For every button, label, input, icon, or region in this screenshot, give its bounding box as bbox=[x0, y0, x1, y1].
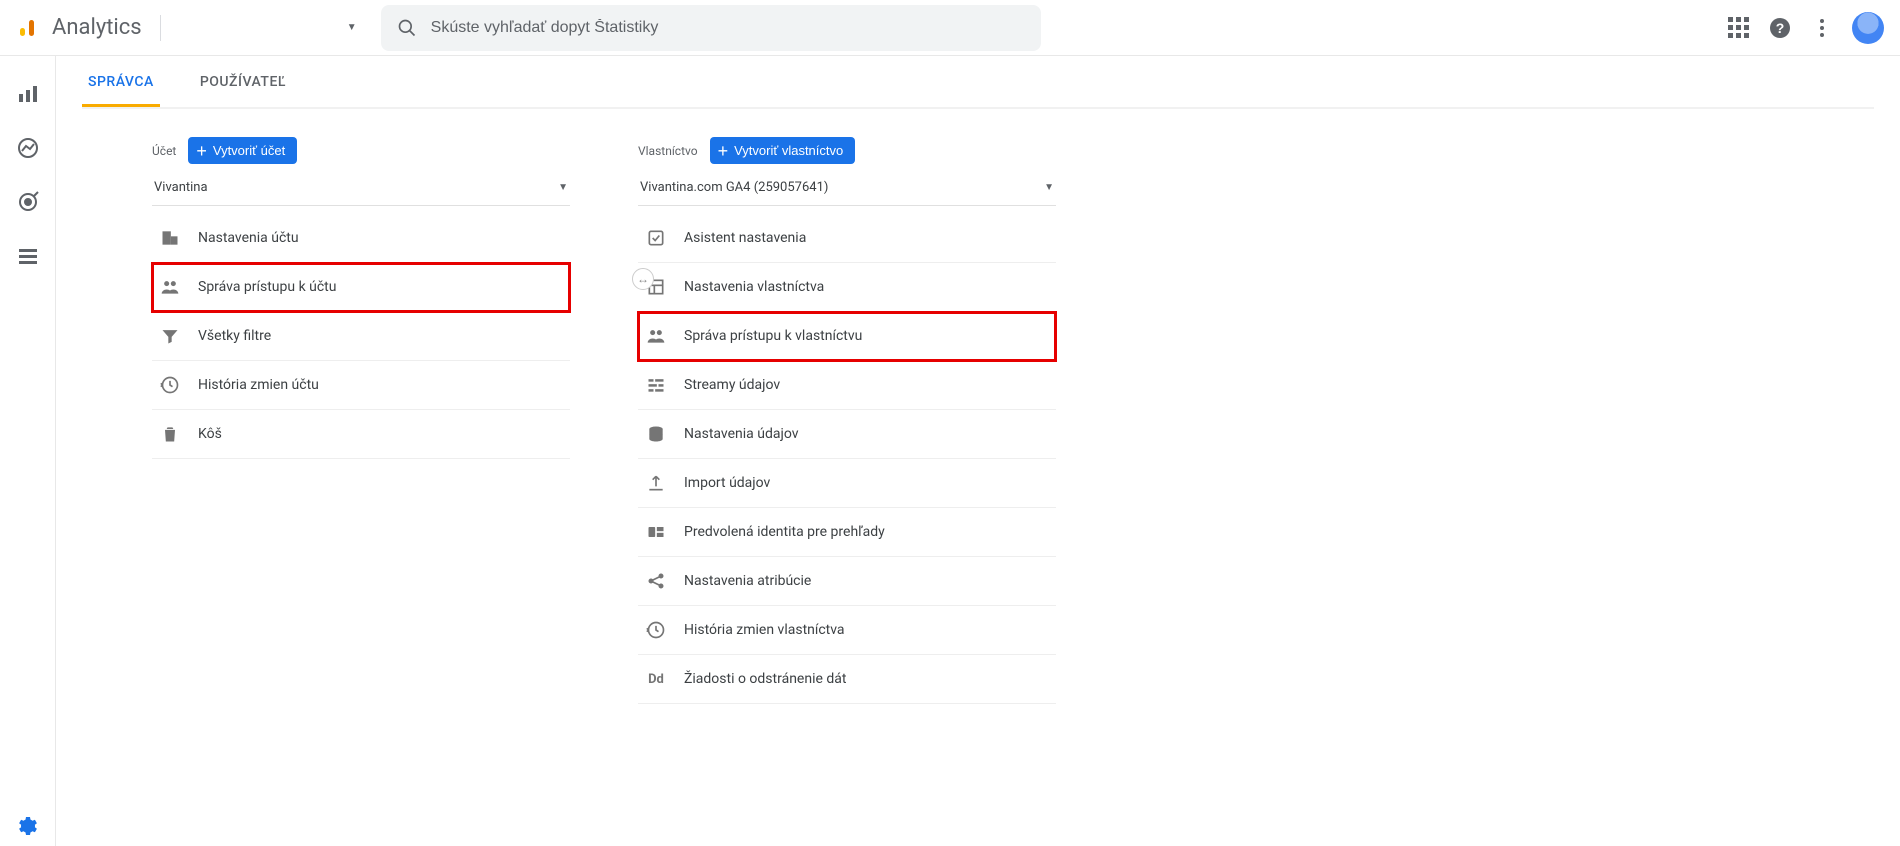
property-item[interactable]: Streamy údajov bbox=[638, 361, 1056, 410]
property-item[interactable]: Import údajov bbox=[638, 459, 1056, 508]
account-item[interactable]: Všetky filtre bbox=[152, 312, 570, 361]
property-item[interactable]: Asistent nastavenia bbox=[638, 214, 1056, 263]
plus-icon: + bbox=[196, 144, 207, 158]
property-header-label: Vlastníctvo bbox=[638, 144, 698, 158]
account-item-label: Správa prístupu k účtu bbox=[198, 279, 336, 295]
tab-admin[interactable]: SPRÁVCA bbox=[82, 56, 160, 107]
account-picker[interactable]: ▼ bbox=[177, 22, 357, 33]
brand-name: Analytics bbox=[52, 15, 142, 40]
property-item-label: Nastavenia atribúcie bbox=[684, 573, 811, 589]
more-icon[interactable] bbox=[1810, 16, 1834, 40]
property-item-label: Správa prístupu k vlastníctvu bbox=[684, 328, 862, 344]
create-property-label: Vytvoriť vlastníctvo bbox=[734, 143, 843, 158]
logo-group: Analytics bbox=[16, 15, 142, 40]
explore-icon[interactable] bbox=[16, 136, 40, 160]
app-header: Analytics ▼ ? bbox=[0, 0, 1900, 56]
upload-icon bbox=[646, 473, 666, 493]
history-icon bbox=[646, 620, 666, 640]
chevron-down-icon: ▼ bbox=[347, 22, 357, 33]
identity-icon bbox=[646, 522, 666, 542]
people-icon bbox=[646, 326, 666, 346]
property-item-label: História zmien vlastníctva bbox=[684, 622, 845, 638]
property-item-label: Nastavenia údajov bbox=[684, 426, 799, 442]
account-item-label: Nastavenia účtu bbox=[198, 230, 299, 246]
columns: Účet + Vytvoriť účet Vivantina ▼ Nastave… bbox=[152, 137, 1874, 704]
account-item-label: Všetky filtre bbox=[198, 328, 271, 344]
people-icon bbox=[160, 277, 180, 297]
apps-icon[interactable] bbox=[1726, 16, 1750, 40]
account-item[interactable]: Nastavenia účtu bbox=[152, 214, 570, 263]
tab-user[interactable]: POUŽÍVATEĽ bbox=[194, 56, 292, 107]
account-item[interactable]: História zmien účtu bbox=[152, 361, 570, 410]
account-item-label: História zmien účtu bbox=[198, 377, 319, 393]
filter-icon bbox=[160, 326, 180, 346]
database-icon bbox=[646, 424, 666, 444]
dd-icon: Dd bbox=[646, 669, 666, 689]
plus-icon: + bbox=[718, 144, 729, 158]
account-item-label: Kôš bbox=[198, 426, 222, 442]
property-item[interactable]: Predvolená identita pre prehľady bbox=[638, 508, 1056, 557]
trash-icon bbox=[160, 424, 180, 444]
property-col-head: Vlastníctvo + Vytvoriť vlastníctvo bbox=[638, 137, 1056, 164]
svg-text:?: ? bbox=[1776, 20, 1785, 36]
configure-icon[interactable] bbox=[16, 244, 40, 268]
help-icon[interactable]: ? bbox=[1768, 16, 1792, 40]
search-box[interactable] bbox=[381, 5, 1041, 51]
main-area: SPRÁVCA POUŽÍVATEĽ ↔ Účet + Vytvoriť úče… bbox=[56, 56, 1900, 846]
property-item-label: Import údajov bbox=[684, 475, 770, 491]
account-col-head: Účet + Vytvoriť účet bbox=[152, 137, 570, 164]
property-item-label: Streamy údajov bbox=[684, 377, 780, 393]
property-item-label: Nastavenia vlastníctva bbox=[684, 279, 824, 295]
property-item[interactable]: Nastavenia údajov bbox=[638, 410, 1056, 459]
account-item[interactable]: Kôš bbox=[152, 410, 570, 459]
property-selected: Vivantina.com GA4 (259057641) bbox=[640, 180, 828, 195]
property-selector[interactable]: Vivantina.com GA4 (259057641) ▼ bbox=[638, 174, 1056, 206]
tabs: SPRÁVCA POUŽÍVATEĽ bbox=[82, 56, 1874, 109]
property-item[interactable]: Dd Žiadosti o odstránenie dát bbox=[638, 655, 1056, 704]
account-selected: Vivantina bbox=[154, 180, 208, 195]
property-item-label: Asistent nastavenia bbox=[684, 230, 806, 246]
create-account-button[interactable]: + Vytvoriť účet bbox=[188, 137, 297, 164]
property-item[interactable]: Nastavenia vlastníctva bbox=[638, 263, 1056, 312]
attribution-icon bbox=[646, 571, 666, 591]
account-selector[interactable]: Vivantina ▼ bbox=[152, 174, 570, 206]
account-menu-list: Nastavenia účtu Správa prístupu k účtu Vše… bbox=[152, 214, 570, 459]
check-icon bbox=[646, 228, 666, 248]
property-menu-list: Asistent nastavenia Nastavenia vlastníctv… bbox=[638, 214, 1056, 704]
property-item[interactable]: Nastavenia atribúcie bbox=[638, 557, 1056, 606]
create-account-label: Vytvoriť účet bbox=[213, 143, 285, 158]
account-item[interactable]: Správa prístupu k účtu bbox=[152, 263, 570, 312]
reports-icon[interactable] bbox=[16, 82, 40, 106]
property-item[interactable]: História zmien vlastníctva bbox=[638, 606, 1056, 655]
property-item-label: Predvolená identita pre prehľady bbox=[684, 524, 885, 540]
history-icon bbox=[160, 375, 180, 395]
advertising-icon[interactable] bbox=[16, 190, 40, 214]
analytics-logo-icon bbox=[16, 16, 40, 40]
property-item-label: Žiadosti o odstránenie dát bbox=[684, 671, 846, 687]
gear-icon[interactable] bbox=[14, 814, 38, 838]
account-header-label: Účet bbox=[152, 144, 176, 158]
create-property-button[interactable]: + Vytvoriť vlastníctvo bbox=[710, 137, 856, 164]
search-input[interactable] bbox=[431, 19, 1025, 37]
chevron-down-icon: ▼ bbox=[558, 182, 568, 193]
search-icon bbox=[397, 18, 417, 38]
header-right: ? bbox=[1726, 12, 1884, 44]
account-column: Účet + Vytvoriť účet Vivantina ▼ Nastave… bbox=[152, 137, 570, 704]
stream-icon bbox=[646, 375, 666, 395]
chevron-down-icon: ▼ bbox=[1044, 182, 1054, 193]
user-avatar[interactable] bbox=[1852, 12, 1884, 44]
office-icon bbox=[160, 228, 180, 248]
property-item[interactable]: Správa prístupu k vlastníctvu bbox=[638, 312, 1056, 361]
left-rail bbox=[0, 56, 56, 846]
swap-columns-icon[interactable]: ↔ bbox=[632, 268, 654, 290]
property-column: Vlastníctvo + Vytvoriť vlastníctvo Vivan… bbox=[638, 137, 1056, 704]
divider bbox=[160, 15, 161, 41]
